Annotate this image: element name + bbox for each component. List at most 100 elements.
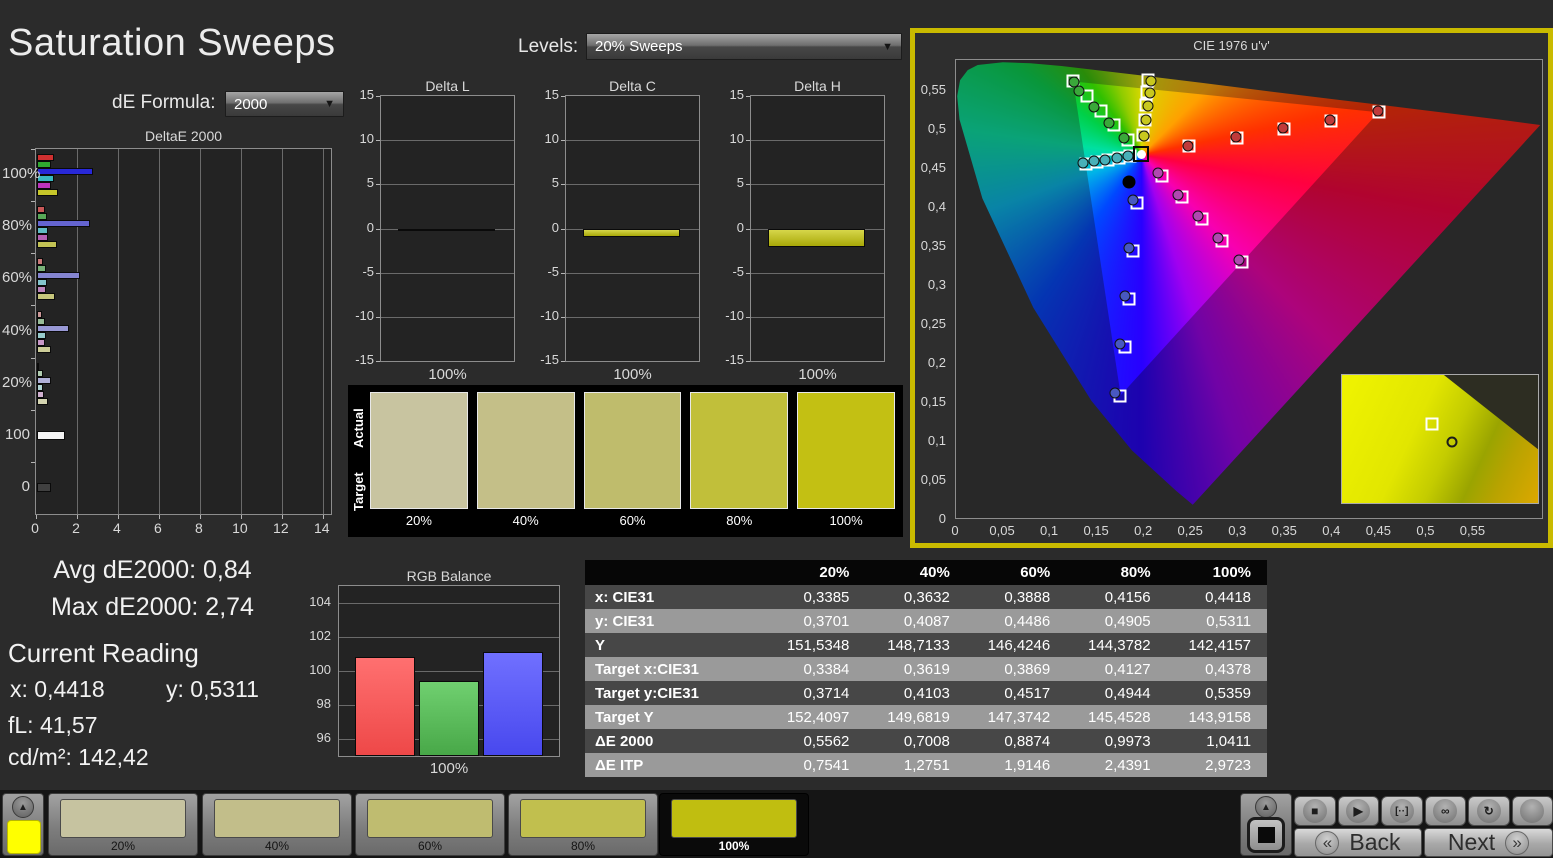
deltae-bar-60% <box>37 279 47 286</box>
table-cell: 0,4156 <box>1066 589 1166 606</box>
patch-card-100%[interactable]: 100% <box>659 793 809 856</box>
chevron-down-icon: ▼ <box>324 98 335 110</box>
swatch-label: 80% <box>690 513 788 528</box>
patch-card-40%[interactable]: 40% <box>202 793 352 856</box>
deltae-x-labels: 02468101214 <box>2 520 338 540</box>
deltae-bar-80% <box>37 234 48 241</box>
deltae-bar-40% <box>37 318 45 325</box>
max-de2000: Max dE2000: 2,74 <box>0 593 305 622</box>
patch-swatch <box>367 799 493 838</box>
collapse-up-button[interactable]: ▲ <box>1255 796 1277 818</box>
inset-target-marker <box>1426 417 1439 430</box>
axis-tick-label: 0,25 <box>1178 523 1203 538</box>
tick-mark <box>561 184 565 185</box>
axis-tick-label: 0,55 <box>916 82 946 97</box>
table-cell: 2,4391 <box>1066 757 1166 774</box>
blank-button[interactable] <box>1512 796 1553 826</box>
axis-tick-label: 0 <box>31 520 39 536</box>
table-cell: 0,3384 <box>765 661 865 678</box>
table-row-label: Y <box>585 637 765 654</box>
axis-tick-label: -10 <box>345 308 374 323</box>
tick-mark <box>376 96 380 97</box>
stop-button[interactable]: ■ <box>1294 796 1336 826</box>
gridline <box>566 184 699 185</box>
axis-tick-label: 15 <box>345 87 374 102</box>
measured-marker-blue <box>1115 339 1126 350</box>
tick-mark <box>36 515 37 519</box>
axis-tick-label: 5 <box>530 175 559 190</box>
measured-marker-green <box>1119 132 1130 143</box>
table-cell: 144,3782 <box>1066 637 1166 654</box>
gridline <box>323 149 324 514</box>
measured-marker-green <box>1088 102 1099 113</box>
up-arrow-icon: ▲ <box>18 802 28 813</box>
table-cell: 0,3632 <box>865 589 965 606</box>
patch-swatch <box>214 799 340 838</box>
small-chart-title: Delta C <box>565 78 700 94</box>
delta-c-chart: Delta C151050-5-10-15100% <box>530 78 702 382</box>
category-label: 0 <box>2 478 30 495</box>
small-chart-title: Delta L <box>380 78 515 94</box>
swatch-item: 40% <box>477 392 575 528</box>
table-cell: 0,3619 <box>865 661 965 678</box>
table-column-header: 100% <box>1167 564 1267 581</box>
table-row-label: Target Y <box>585 709 765 726</box>
swatch-item: 80% <box>690 392 788 528</box>
up-arrow-icon: ▲ <box>1261 802 1271 813</box>
small-chart-x-label: 100% <box>565 366 700 383</box>
play-icon: ▶ <box>1346 799 1370 823</box>
collapse-up-button[interactable]: ▲ <box>12 796 34 818</box>
patch-card-20%[interactable]: 20% <box>48 793 198 856</box>
refresh-button[interactable]: ↻ <box>1468 796 1510 826</box>
deltae-bar-60% <box>37 272 80 279</box>
gridline <box>381 273 514 274</box>
table-row-label: Target x:CIE31 <box>585 661 765 678</box>
cie-x-labels: 00,050,10,150,20,250,30,350,40,450,50,55 <box>955 523 1543 541</box>
patch-swatch <box>520 799 646 838</box>
swatch-item: 100% <box>797 392 895 528</box>
axis-tick-label: 104 <box>301 594 331 609</box>
deltae-bar-20% <box>37 363 39 370</box>
cie-chart-title: CIE 1976 u'v' <box>915 38 1548 53</box>
deltae-bar-100% <box>37 168 93 175</box>
measured-marker-cyan <box>1111 152 1122 163</box>
axis-tick-label: 102 <box>301 628 331 643</box>
axis-tick-label: 0,2 <box>916 355 946 370</box>
axis-tick-label: 5 <box>345 175 374 190</box>
axis-tick-label: 0 <box>916 511 946 526</box>
axis-tick-label: -15 <box>345 352 374 367</box>
color-swatch-80% <box>690 392 788 509</box>
small-plot-area <box>750 95 885 362</box>
table-row: y: CIE310,37010,40870,44860,49050,5311 <box>585 609 1267 633</box>
de-formula-dropdown[interactable]: 2000 ▼ <box>225 91 344 117</box>
table-row-label: y: CIE31 <box>585 613 765 630</box>
measurement-table: 20%40%60%80%100%x: CIE310,33850,36320,38… <box>585 560 1267 777</box>
levels-dropdown[interactable]: 20% Sweeps ▼ <box>586 33 902 60</box>
patch-card-80%[interactable]: 80% <box>508 793 658 856</box>
series-measure-button[interactable]: [··] <box>1381 796 1423 826</box>
axis-tick-label: 0,35 <box>1272 523 1297 538</box>
table-cell: 147,3742 <box>966 709 1066 726</box>
deltae-chart-title: DeltaE 2000 <box>35 128 332 144</box>
axis-tick-label: 0 <box>715 220 744 235</box>
tick-mark <box>746 229 750 230</box>
patch-card-60%[interactable]: 60% <box>355 793 505 856</box>
pattern-window-button[interactable] <box>1247 817 1285 853</box>
play-button[interactable]: ▶ <box>1338 796 1380 826</box>
continuous-button[interactable]: ∞ <box>1425 796 1467 826</box>
tick-mark <box>376 317 380 318</box>
white-point-marker <box>1133 146 1149 162</box>
table-cell: 0,3385 <box>765 589 865 606</box>
tick-mark <box>746 361 750 362</box>
small-chart-title: Delta H <box>750 78 885 94</box>
deltae-bar-20% <box>37 377 51 384</box>
back-button[interactable]: « Back <box>1294 828 1422 857</box>
tick-mark <box>561 96 565 97</box>
table-cell: 0,4087 <box>865 613 965 630</box>
table-row: Target x:CIE310,33840,36190,38690,41270,… <box>585 657 1267 681</box>
chevron-down-icon: ▼ <box>882 41 893 53</box>
next-button[interactable]: Next » <box>1424 828 1553 857</box>
table-cell: 143,9158 <box>1167 709 1267 726</box>
table-row: Target y:CIE310,37140,41030,45170,49440,… <box>585 681 1267 705</box>
deltae-bar-40% <box>37 339 45 346</box>
